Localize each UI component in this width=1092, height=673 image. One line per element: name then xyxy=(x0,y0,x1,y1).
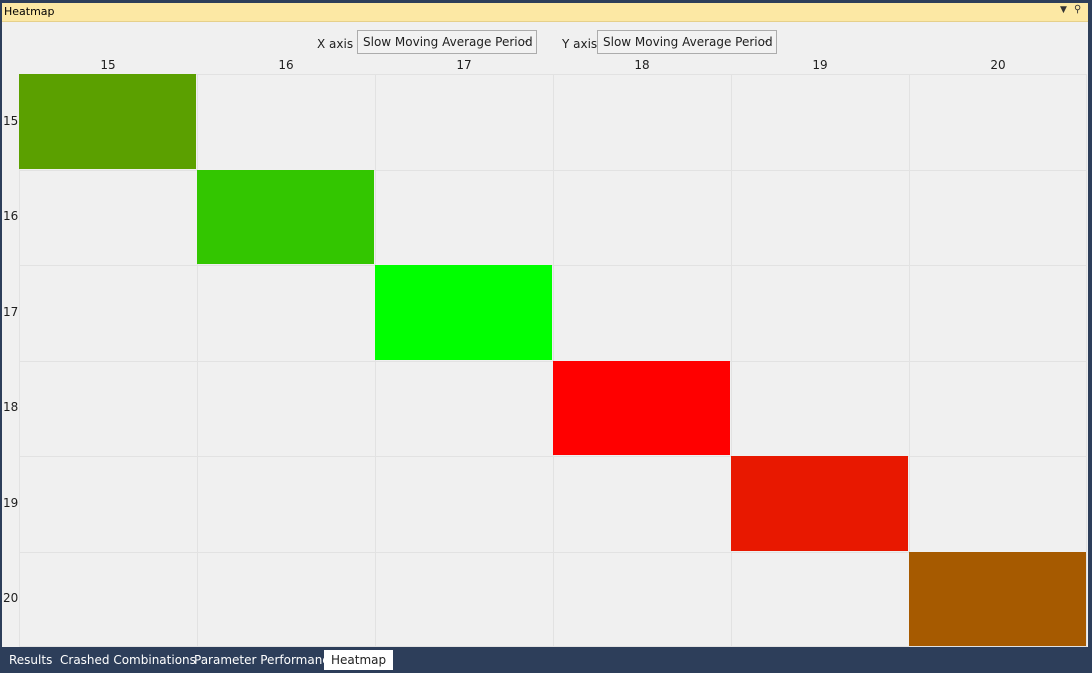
x-tick-label: 15 xyxy=(100,58,116,72)
heatmap-cell[interactable] xyxy=(375,265,552,360)
y-axis-tick-labels: 15 16 17 18 19 20 xyxy=(2,74,20,647)
tab-crashed-combinations[interactable]: Crashed Combinations xyxy=(53,650,203,670)
heatmap-cell[interactable] xyxy=(731,456,908,551)
x-tick-label: 18 xyxy=(634,58,650,72)
y-tick-label: 16 xyxy=(3,209,19,224)
y-tick-label: 15 xyxy=(3,113,19,128)
heatmap-cell[interactable] xyxy=(19,74,196,169)
y-axis-selected-value: Slow Moving Average Period xyxy=(603,35,773,49)
y-tick-label: 17 xyxy=(3,304,19,319)
y-axis-label: Y axis xyxy=(562,37,598,51)
chevron-down-icon: ⌄ xyxy=(762,36,770,46)
tab-heatmap[interactable]: Heatmap xyxy=(324,650,394,670)
panel-titlebar: Heatmap ▼ ⚲ xyxy=(2,3,1088,22)
y-tick-label: 18 xyxy=(3,400,19,415)
x-axis-select[interactable]: Slow Moving Average Period ⌄ xyxy=(357,30,537,54)
y-axis-select[interactable]: Slow Moving Average Period ⌄ xyxy=(597,30,777,54)
x-axis-label: X axis xyxy=(317,37,354,51)
x-tick-label: 20 xyxy=(990,58,1006,72)
x-tick-label: 16 xyxy=(278,58,294,72)
panel-title: Heatmap xyxy=(4,5,55,18)
x-axis-tick-labels: 15 16 17 18 19 20 xyxy=(2,58,1088,74)
grid-line-horizontal xyxy=(19,265,1087,266)
heatmap-cell[interactable] xyxy=(553,360,730,455)
chevron-down-icon: ⌄ xyxy=(522,36,530,46)
window-position-dropdown-icon[interactable]: ▼ xyxy=(1060,5,1067,15)
tab-results[interactable]: Results xyxy=(2,650,59,670)
y-tick-label: 20 xyxy=(3,591,19,606)
heatmap-grid xyxy=(19,74,1087,647)
heatmap-panel: Heatmap ▼ ⚲ X axis Slow Moving Average P… xyxy=(2,3,1088,647)
pin-icon[interactable]: ⚲ xyxy=(1074,4,1081,15)
x-tick-label: 17 xyxy=(456,58,472,72)
x-tick-label: 19 xyxy=(812,58,828,72)
tab-parameter-performance[interactable]: Parameter Performance xyxy=(187,650,343,670)
grid-line-horizontal xyxy=(19,169,1087,171)
grid-line-horizontal xyxy=(19,456,1087,457)
x-axis-selected-value: Slow Moving Average Period xyxy=(363,35,533,49)
heatmap-cell[interactable] xyxy=(197,169,374,264)
bottom-tab-bar: Results Crashed Combinations Parameter Per… xyxy=(0,647,1092,673)
heatmap-cell[interactable] xyxy=(909,551,1086,646)
y-tick-label: 19 xyxy=(3,495,19,510)
